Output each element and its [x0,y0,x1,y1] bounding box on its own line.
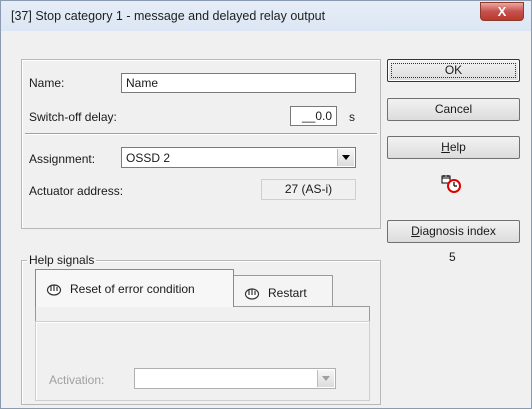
activation-select[interactable] [134,368,336,389]
assignment-label: Assignment: [29,152,96,166]
name-label: Name: [29,76,65,90]
dialog-content: Name: Name Switch-off delay: __0.0 s Ass… [7,37,527,405]
help-signals-label: Help signals [27,253,97,267]
calendar-clock-icon [441,175,463,195]
close-button[interactable]: X [480,2,524,21]
window-title: [37] Stop category 1 - message and delay… [11,9,326,23]
cancel-button[interactable]: Cancel [387,98,520,121]
chevron-down-icon[interactable] [317,370,334,387]
ok-label: OK [444,63,463,77]
hand-pointer-icon [244,286,260,300]
activation-label: Activation: [49,373,105,387]
cancel-label: Cancel [434,102,473,116]
name-input[interactable]: Name [121,73,356,93]
switch-off-delay-label: Switch-off delay: [29,110,117,124]
assignment-value: OSSD 2 [126,151,171,165]
tab-restart-label: Restart [268,285,307,300]
tab-restart[interactable]: Restart [233,275,333,309]
hand-pointer-icon [46,282,62,296]
separator [25,133,377,135]
dialog-window: [37] Stop category 1 - message and delay… [0,0,532,409]
diagnosis-index-button[interactable]: Diagnosis index [387,220,520,243]
close-icon: X [497,4,507,19]
help-label: Help [441,140,466,154]
diagnosis-mnemonic: D [411,224,420,238]
diagnosis-index-label: Diagnosis index [411,224,496,238]
actuator-address-value: 27 (AS-i) [261,179,356,200]
diagnosis-index-value: 5 [449,250,456,264]
title-bar: [37] Stop category 1 - message and delay… [1,1,531,31]
tab-reset-of-error-condition[interactable]: Reset of error condition [35,269,234,307]
switch-off-unit: s [349,110,355,124]
activation-inner-box [35,321,370,401]
actuator-address-label: Actuator address: [29,184,124,198]
help-button[interactable]: Help [387,136,520,159]
chevron-down-icon[interactable] [337,149,354,166]
help-mnemonic: H [441,140,450,154]
assignment-select[interactable]: OSSD 2 [121,147,356,168]
ok-button[interactable]: OK [387,59,520,82]
help-label-rest: elp [449,140,466,154]
tab-reset-label: Reset of error condition [70,281,195,296]
switch-off-delay-input[interactable]: __0.0 [290,106,337,126]
diagnosis-label-rest: iagnosis index [419,224,496,238]
